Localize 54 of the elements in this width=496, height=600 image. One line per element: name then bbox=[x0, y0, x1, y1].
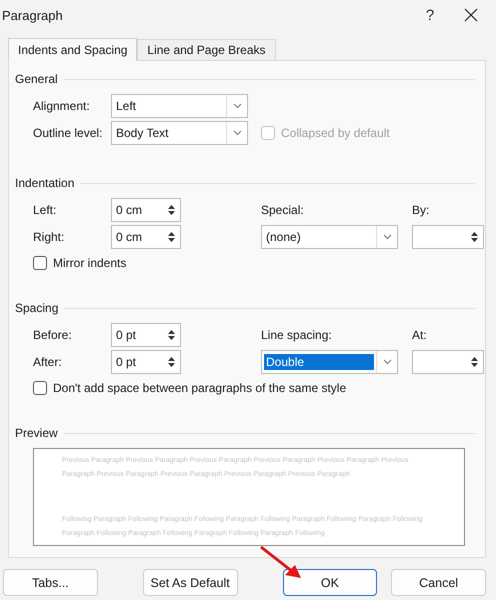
checkbox[interactable] bbox=[33, 256, 47, 270]
dialog-button[interactable]: Set As Default bbox=[142, 569, 238, 596]
close-icon[interactable] bbox=[464, 8, 478, 22]
field-label: Outline level: bbox=[33, 126, 104, 140]
chevron-down-icon bbox=[382, 234, 392, 240]
chevron-down-icon bbox=[232, 130, 242, 136]
field-label: Alignment: bbox=[33, 99, 91, 113]
checkbox-label: Collapsed by default bbox=[281, 126, 390, 140]
spinner-field[interactable] bbox=[412, 225, 484, 249]
checkbox-label: Don't add space between paragraphs of the same style bbox=[53, 381, 346, 395]
section-heading: Spacing bbox=[15, 301, 58, 315]
down-arrow-icon[interactable] bbox=[168, 363, 174, 367]
spinner-field[interactable]: 0 pt bbox=[111, 350, 181, 374]
field-label: Left: bbox=[33, 203, 58, 217]
up-arrow-icon[interactable] bbox=[168, 330, 174, 334]
section-heading: Indentation bbox=[15, 176, 74, 190]
up-arrow-icon[interactable] bbox=[168, 357, 174, 361]
dialog-button[interactable]: OK bbox=[282, 569, 378, 596]
up-arrow-icon[interactable] bbox=[470, 357, 478, 361]
field-label: At: bbox=[412, 328, 428, 342]
field-label: Before: bbox=[33, 328, 73, 342]
dropdown[interactable]: (none) bbox=[261, 225, 398, 249]
section-heading: Preview bbox=[15, 426, 58, 440]
down-arrow-icon[interactable] bbox=[168, 238, 174, 242]
field-label: After: bbox=[33, 355, 63, 369]
help-button[interactable]: ? bbox=[418, 6, 442, 24]
spinner-field[interactable]: 0 pt bbox=[111, 323, 181, 347]
dialog-button[interactable]: Cancel bbox=[391, 569, 486, 596]
down-arrow-icon[interactable] bbox=[470, 363, 478, 367]
chevron-down-icon bbox=[382, 359, 392, 365]
dropdown[interactable]: Left bbox=[111, 94, 248, 118]
field-label: Special: bbox=[261, 203, 305, 217]
spinner-field[interactable]: 0 cm bbox=[111, 198, 181, 222]
dropdown[interactable]: Body Text bbox=[111, 121, 248, 145]
checkbox-label: Mirror indents bbox=[53, 256, 126, 270]
up-arrow-icon[interactable] bbox=[470, 232, 478, 236]
dropdown[interactable]: Double bbox=[261, 350, 398, 374]
checkbox[interactable] bbox=[33, 381, 47, 395]
down-arrow-icon[interactable] bbox=[470, 238, 478, 242]
up-arrow-icon[interactable] bbox=[168, 205, 174, 209]
field-label: Right: bbox=[33, 230, 66, 244]
field-label: Line spacing: bbox=[261, 328, 333, 342]
tab[interactable]: Line and Page Breaks bbox=[137, 39, 276, 60]
tab[interactable]: Indents and Spacing bbox=[8, 38, 138, 61]
spinner-field[interactable] bbox=[412, 350, 484, 374]
section-heading: General bbox=[15, 72, 58, 86]
spinner-field[interactable]: 0 cm bbox=[111, 225, 181, 249]
field-label: By: bbox=[412, 203, 430, 217]
dialog-button[interactable]: Tabs... bbox=[3, 569, 98, 596]
down-arrow-icon[interactable] bbox=[168, 336, 174, 340]
window-title: Paragraph bbox=[2, 8, 64, 22]
chevron-down-icon bbox=[232, 103, 242, 109]
up-arrow-icon[interactable] bbox=[168, 232, 174, 236]
down-arrow-icon[interactable] bbox=[168, 211, 174, 215]
